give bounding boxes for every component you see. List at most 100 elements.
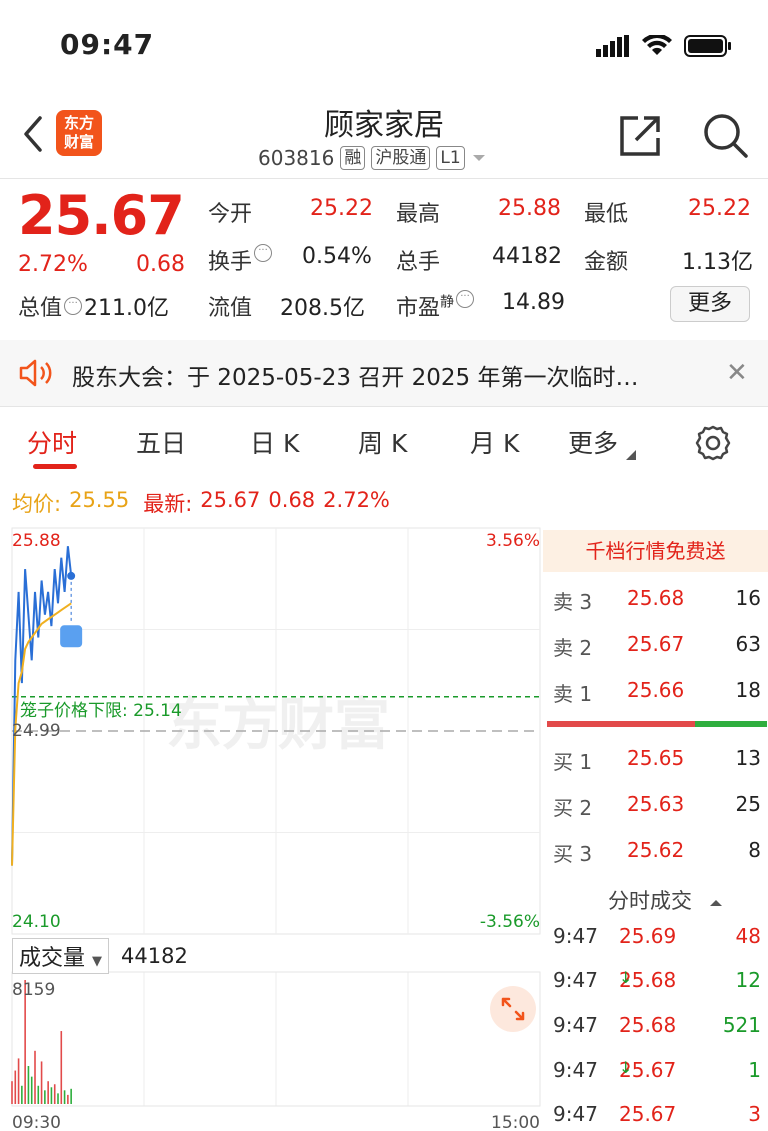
volume-value: 44182 xyxy=(492,244,562,269)
pct-bottom-label: -3.56% xyxy=(480,912,540,932)
volume-bar xyxy=(30,1076,33,1104)
volume-label: 总手 xyxy=(396,250,441,275)
volume-bar xyxy=(34,1050,36,1104)
turnover-label[interactable]: 换手 ··· xyxy=(208,244,273,276)
volume-bar xyxy=(70,1088,72,1104)
limit-line-label: 笼子价格下限: 25.14 xyxy=(20,701,182,721)
signal-icon xyxy=(596,35,629,57)
tab-five-day[interactable]: 五日 xyxy=(136,424,186,460)
share-icon[interactable] xyxy=(618,112,664,158)
volume-max-label: 8159 xyxy=(12,980,55,1000)
tag-connect: 沪股通 xyxy=(371,146,431,170)
info-icon[interactable]: ··· xyxy=(254,244,273,262)
volume-bar xyxy=(67,1094,69,1104)
market-cap[interactable]: 总值 ··· 211.0亿 xyxy=(18,290,169,322)
promo-banner[interactable]: 千档行情免费送 xyxy=(543,530,768,572)
low-value: 25.22 xyxy=(688,196,751,221)
bid-row: 买 1 25.65 13 xyxy=(553,746,761,774)
volume-bar xyxy=(47,1081,49,1104)
more-button[interactable]: 更多 xyxy=(670,286,750,322)
info-icon[interactable]: ··· xyxy=(64,297,83,315)
trade-row: 9:47 25.68 521 xyxy=(553,1013,761,1037)
tab-daily-k[interactable]: 日 K xyxy=(250,424,299,460)
stock-code: 603816 xyxy=(258,146,335,170)
tab-monthly-k[interactable]: 月 K xyxy=(470,424,519,460)
latest-change: 0.68 xyxy=(268,488,316,512)
x-end-label: 15:00 xyxy=(491,1113,540,1131)
volume-indicator-select[interactable]: 成交量 ▼ xyxy=(12,938,110,974)
volume-bar xyxy=(57,1093,59,1104)
y-top-label: 25.88 xyxy=(12,531,61,551)
volume-total: 44182 xyxy=(121,944,188,968)
amount-value: 1.13亿 xyxy=(682,250,753,275)
volume-bar xyxy=(50,1087,53,1104)
trades-title[interactable]: 分时成交 xyxy=(608,885,723,915)
float-cap-label: 流值 xyxy=(208,296,253,321)
search-icon[interactable] xyxy=(702,112,748,158)
latest-pct: 2.72% xyxy=(323,488,390,512)
chevron-down-icon[interactable] xyxy=(471,153,487,163)
volume-bar xyxy=(44,1090,46,1104)
pe-label[interactable]: 市盈静 ··· xyxy=(396,290,475,322)
tab-more[interactable]: 更多 xyxy=(568,424,636,460)
volume-bar xyxy=(17,1058,20,1104)
change-value: 0.68 xyxy=(136,252,185,277)
change-pct: 2.72% xyxy=(18,252,88,277)
tab-indicator xyxy=(33,464,77,469)
collapse-icon xyxy=(709,900,722,906)
current-price: 25.67 xyxy=(18,184,185,247)
open-value: 25.22 xyxy=(310,196,373,221)
tag-level: L1 xyxy=(436,146,465,170)
latest-value: 25.67 xyxy=(200,488,261,512)
expand-button[interactable] xyxy=(490,986,536,1032)
avg-label: 均价: xyxy=(12,492,62,516)
open-label: 今开 xyxy=(208,202,253,227)
tab-weekly-k[interactable]: 周 K xyxy=(358,424,407,460)
intraday-chart[interactable]: 东方财富 25.88 24.99 24.10 3.56% -3.56% 笼子价格… xyxy=(0,522,543,1131)
pe-value: 14.89 xyxy=(502,290,565,315)
volume-bar xyxy=(27,1066,30,1104)
volume-bar xyxy=(40,1061,43,1104)
close-icon[interactable]: ✕ xyxy=(726,358,748,388)
bid-row: 买 3 25.62 8 xyxy=(553,838,761,866)
status-time: 09:47 xyxy=(60,28,155,61)
tab-intraday[interactable]: 分时 xyxy=(27,424,77,460)
battery-icon xyxy=(684,35,731,57)
ask-row: 卖 2 25.67 63 xyxy=(553,632,761,660)
volume-bar xyxy=(11,1081,13,1104)
volume-bar xyxy=(37,1085,40,1104)
ask-row: 卖 3 25.68 16 xyxy=(553,586,761,614)
trade-row: 9:47 25.67 ↓ 1 xyxy=(553,1058,761,1082)
ask-row: 卖 1 25.66 18 xyxy=(553,678,761,706)
dropdown-icon: ▼ xyxy=(92,954,103,969)
y-mid-label: 24.99 xyxy=(12,721,61,741)
low-label: 最低 xyxy=(584,202,629,227)
trade-row: 9:47 25.69 48 xyxy=(553,924,761,948)
notice-text[interactable]: 股东大会：于 2025-05-23 召开 2025 年第一次临时… xyxy=(72,358,638,392)
status-icons xyxy=(596,34,732,58)
info-icon[interactable]: ··· xyxy=(456,290,475,308)
watermark: 东方财富 xyxy=(166,693,390,758)
high-label: 最高 xyxy=(396,202,441,227)
trade-row: 9:47 25.67 3 xyxy=(553,1102,761,1126)
amount-label: 金额 xyxy=(584,250,629,275)
x-start-label: 09:30 xyxy=(12,1113,61,1131)
speaker-icon xyxy=(19,359,52,387)
volume-bar xyxy=(60,1031,63,1104)
volume-bar xyxy=(14,1070,17,1104)
tag-margin: 融 xyxy=(340,146,366,170)
bid-ask-ratio-bar xyxy=(547,721,767,727)
gear-icon[interactable] xyxy=(694,424,732,462)
volume-bar xyxy=(53,1084,56,1104)
volume-header: 成交量 ▼ 44182 xyxy=(12,938,188,974)
avg-value: 25.55 xyxy=(69,488,130,512)
trade-row: 9:47 25.68 ↓ 12 xyxy=(553,968,761,992)
pct-top-label: 3.56% xyxy=(486,531,540,551)
s-marker xyxy=(60,625,83,648)
chart-header: 均价: 25.55 最新: 25.67 0.68 2.72% xyxy=(12,488,390,518)
turnover-value: 0.54% xyxy=(302,244,372,269)
high-value: 25.88 xyxy=(498,196,561,221)
y-bottom-label: 24.10 xyxy=(12,912,61,932)
stock-subtitle[interactable]: 603816 融 沪股通 L1 xyxy=(258,146,487,170)
chart-grid xyxy=(11,527,541,1107)
